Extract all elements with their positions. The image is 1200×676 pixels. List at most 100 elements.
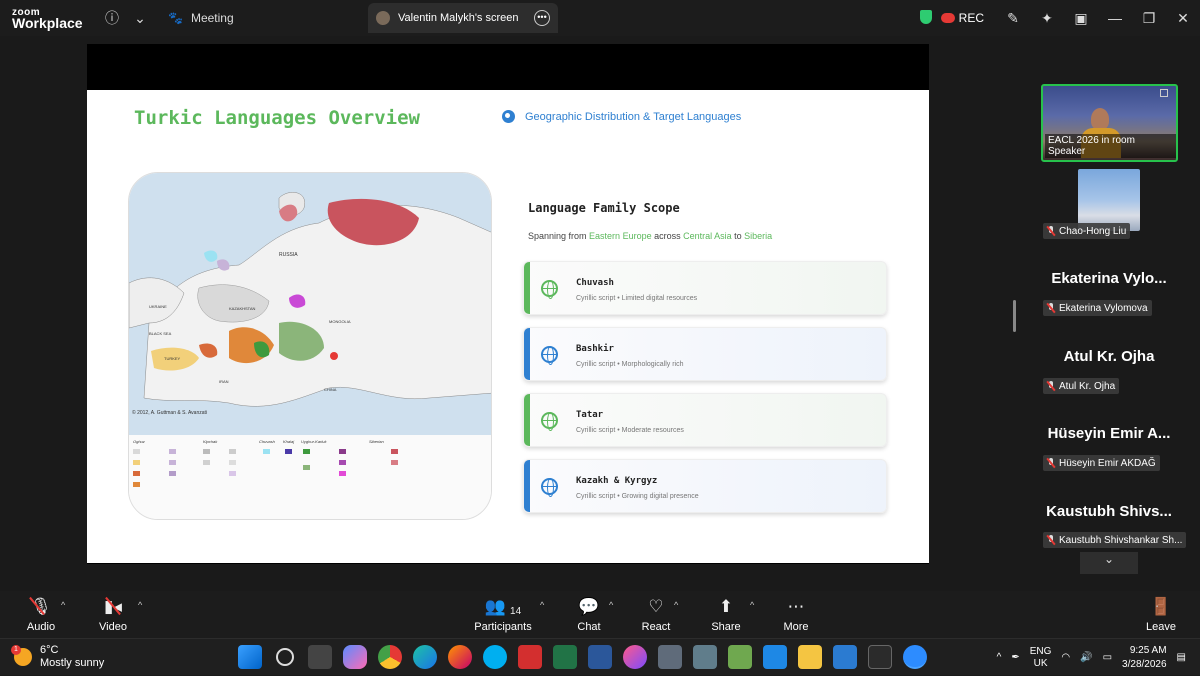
participant-name: Atul Kr. Ojha xyxy=(1063,348,1155,365)
close-icon[interactable]: ✕ xyxy=(1166,10,1200,27)
video-options-caret[interactable]: ^ xyxy=(138,600,142,610)
participant-tag: Hüseyin Emir AKDAĞ xyxy=(1043,455,1160,471)
windows-start-icon[interactable] xyxy=(238,645,262,669)
turkic-languages-map: RUSSIA KAZAKHSTAN MONGOLIA CHINA TURKEY … xyxy=(128,172,492,520)
sun-icon: 1 xyxy=(11,645,32,666)
globe-icon xyxy=(502,110,515,123)
react-options-caret[interactable]: ^ xyxy=(674,600,678,610)
pen-icon[interactable]: ✒ xyxy=(1011,652,1019,663)
skype-icon[interactable] xyxy=(483,645,507,669)
audio-options-caret[interactable]: ^ xyxy=(61,600,65,610)
presentation-slide: Turkic Languages Overview Geographic Dis… xyxy=(87,90,929,563)
virtualbox-icon[interactable] xyxy=(763,645,787,669)
battery-icon[interactable]: ▭ xyxy=(1103,652,1112,663)
pdf-reader-icon[interactable] xyxy=(518,645,542,669)
slide-title: Turkic Languages Overview xyxy=(134,107,420,129)
chat-options-caret[interactable]: ^ xyxy=(609,600,613,610)
globe-icon xyxy=(541,280,558,299)
language-card-tatar: Tatar Cyrillic script • Moderate resourc… xyxy=(523,393,887,447)
slide-subtitle: Geographic Distribution & Target Languag… xyxy=(502,110,741,123)
scroll-down-button[interactable]: ⌄ xyxy=(1080,552,1138,574)
taskbar-apps xyxy=(238,645,927,669)
wifi-icon[interactable]: ◠ xyxy=(1061,652,1070,663)
participant-video-tile[interactable] xyxy=(1078,169,1140,231)
chevron-up-icon[interactable]: ^ xyxy=(997,652,1002,663)
participant-tag: Ekaterina Vylomova xyxy=(1043,300,1152,316)
participant-name: Kaustubh Shivs... xyxy=(1046,503,1172,520)
chrome-icon[interactable] xyxy=(378,645,402,669)
participants-button[interactable]: 👥 14 Participants xyxy=(468,591,538,638)
gallery-icon[interactable] xyxy=(728,645,752,669)
file-explorer-icon[interactable] xyxy=(798,645,822,669)
copilot-icon[interactable] xyxy=(343,645,367,669)
svg-text:RUSSIA: RUSSIA xyxy=(279,252,298,258)
app-icon[interactable] xyxy=(623,645,647,669)
more-options-icon[interactable]: ••• xyxy=(534,10,550,26)
svg-text:UKRAINE: UKRAINE xyxy=(149,304,167,309)
zoom-top-bar: zoom Workplace ⓘ ⌄ 🐾 Meeting Valentin Ma… xyxy=(0,0,1200,36)
heart-icon: ♡ xyxy=(648,597,664,616)
participant-tag: Atul Kr. Ojha xyxy=(1043,378,1120,394)
info-icon[interactable]: ⓘ xyxy=(98,8,126,28)
clock[interactable]: 9:25 AM 3/28/2026 xyxy=(1122,644,1167,672)
cloud-record-icon xyxy=(940,13,955,23)
screen-share-tab[interactable]: Valentin Malykh's screen ••• xyxy=(368,3,558,33)
more-button[interactable]: ⋯ More xyxy=(761,591,831,638)
mic-muted-icon xyxy=(1047,458,1055,468)
speaker-video-tile[interactable]: EACL 2026 in room Speaker xyxy=(1041,84,1178,162)
language-card-chuvash: Chuvash Cyrillic script • Limited digita… xyxy=(523,261,887,315)
ai-companion-icon[interactable]: ✦ xyxy=(1030,10,1064,27)
edge-icon[interactable] xyxy=(413,645,437,669)
panel-scrollbar[interactable] xyxy=(1013,300,1016,332)
video-button[interactable]: ▮◂ Video xyxy=(78,591,148,638)
chat-button[interactable]: 💬 Chat xyxy=(554,591,624,638)
view-layout-icon[interactable]: ▣ xyxy=(1064,10,1098,27)
people-icon: 👥 14 xyxy=(484,597,522,617)
project-icon[interactable] xyxy=(553,645,577,669)
more-dots-icon: ⋯ xyxy=(787,597,805,616)
audio-button[interactable]: 🎙 Audio xyxy=(6,591,76,638)
language-indicator[interactable]: ENG UK xyxy=(1030,646,1052,670)
globe-icon xyxy=(541,478,558,497)
zoom-icon[interactable] xyxy=(903,645,927,669)
mic-muted-icon xyxy=(1047,381,1055,391)
firefox-icon[interactable] xyxy=(448,645,472,669)
volume-icon[interactable]: 🔊 xyxy=(1080,652,1092,663)
search-icon[interactable] xyxy=(276,648,294,666)
scope-title: Language Family Scope xyxy=(528,201,680,215)
visio-icon[interactable] xyxy=(588,645,612,669)
participant-name: Ekaterina Vylo... xyxy=(1051,270,1167,287)
meeting-tab[interactable]: 🐾 Meeting xyxy=(168,11,234,25)
restore-icon[interactable]: ❐ xyxy=(1132,10,1166,27)
recording-indicator[interactable]: REC xyxy=(940,11,984,25)
mic-muted-icon xyxy=(1047,303,1055,313)
chevron-down-icon[interactable]: ⌄ xyxy=(126,10,154,27)
files-app-icon[interactable] xyxy=(693,645,717,669)
minimize-icon[interactable]: — xyxy=(1098,10,1132,26)
annotate-pen-icon[interactable]: ✎ xyxy=(996,10,1030,27)
weather-widget[interactable]: 1 6°C Mostly sunny xyxy=(11,644,104,670)
leave-button[interactable]: 🚪 Leave xyxy=(1126,591,1196,638)
participant-name: Hüseyin Emir A... xyxy=(1047,425,1171,442)
network-app-icon[interactable] xyxy=(658,645,682,669)
svg-text:CHINA: CHINA xyxy=(324,387,337,392)
globe-icon xyxy=(541,346,558,365)
participant-tag: Kaustubh Shivshankar Sh... xyxy=(1043,532,1187,548)
react-button[interactable]: ♡ React xyxy=(621,591,691,638)
svg-text:IRAN: IRAN xyxy=(219,379,229,384)
notifications-icon[interactable]: ▤ xyxy=(1177,652,1186,663)
language-card-bashkir: Bashkir Cyrillic script • Morphologicall… xyxy=(523,327,887,381)
task-view-icon[interactable] xyxy=(308,645,332,669)
share-button[interactable]: ⬆ Share xyxy=(691,591,761,638)
security-shield-icon[interactable] xyxy=(911,9,941,27)
terminal-icon[interactable] xyxy=(868,645,892,669)
pin-icon[interactable] xyxy=(1160,89,1168,97)
svg-text:KAZAKHSTAN: KAZAKHSTAN xyxy=(229,306,255,311)
mic-muted-icon: 🎙 xyxy=(29,596,52,616)
globe-icon xyxy=(541,412,558,431)
vscode-icon[interactable] xyxy=(833,645,857,669)
map-legend: Oghuz Kipchak Chuvash Khalaj Uyghur-Karl… xyxy=(129,435,491,519)
zoom-logo: zoom Workplace xyxy=(12,7,83,31)
participants-options-caret[interactable]: ^ xyxy=(540,600,544,610)
share-options-caret[interactable]: ^ xyxy=(750,600,754,610)
